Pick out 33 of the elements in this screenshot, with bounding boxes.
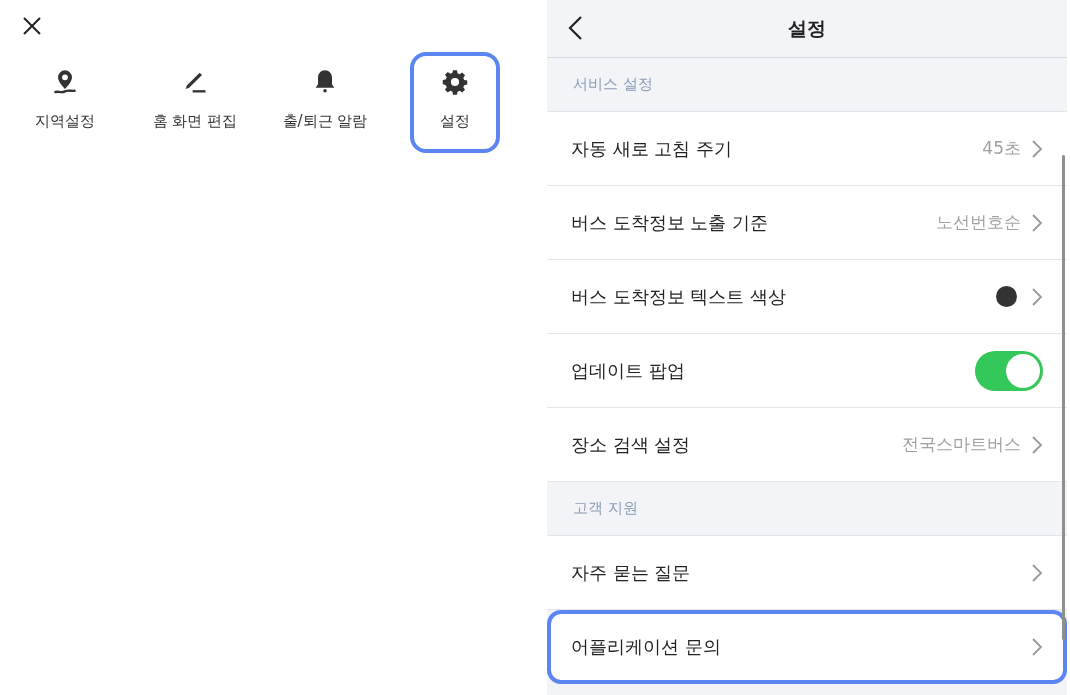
chevron-right-icon xyxy=(1031,636,1043,657)
chevron-right-icon xyxy=(1031,212,1043,233)
section-header: 서비스 설정 xyxy=(573,75,653,94)
settings-row[interactable]: 버스 도착정보 노출 기준 노선번호순 xyxy=(547,186,1067,260)
setting-label: 자동 새로 고침 주기 xyxy=(571,136,734,161)
settings-row[interactable]: 어플리케이션 문의 xyxy=(547,610,1067,684)
chevron-right-icon xyxy=(1031,434,1043,455)
toggle-switch[interactable] xyxy=(975,350,1043,391)
menu-item[interactable]: 설정 xyxy=(410,52,500,153)
settings-row[interactable]: 업데이트 팝업 xyxy=(547,334,1067,408)
setting-value: 45초 xyxy=(982,137,1021,160)
settings-icon xyxy=(441,68,469,96)
setting-label: 업데이트 팝업 xyxy=(571,358,686,383)
page-title: 설정 xyxy=(788,15,826,41)
chevron-right-icon xyxy=(1031,138,1043,159)
setting-value: 전국스마트버스 xyxy=(902,433,1021,456)
chevron-right-icon xyxy=(1031,286,1043,307)
setting-value: 노선번호순 xyxy=(936,211,1021,234)
settings-row[interactable]: 장소 검색 설정 전국스마트버스 xyxy=(547,408,1067,482)
settings-row[interactable]: 자동 새로 고침 주기 45초 xyxy=(547,112,1067,186)
setting-label: 버스 도착정보 노출 기준 xyxy=(571,210,770,235)
menu-item[interactable]: 지역설정 xyxy=(20,52,110,153)
menu-item[interactable]: 홈 화면 편집 xyxy=(142,52,248,153)
setting-label: 버스 도착정보 텍스트 색상 xyxy=(571,284,788,309)
setting-label: 장소 검색 설정 xyxy=(571,432,692,457)
setting-label: 어플리케이션 문의 xyxy=(571,634,722,659)
map-pin-icon xyxy=(51,68,79,96)
menu-item[interactable]: 출/퇴근 알람 xyxy=(272,52,378,153)
section-header: 고객 지원 xyxy=(573,499,638,518)
setting-label: 자주 묻는 질문 xyxy=(571,560,692,585)
chevron-right-icon xyxy=(1031,562,1043,583)
settings-row[interactable]: 버스 도착정보 텍스트 색상 xyxy=(547,260,1067,334)
settings-row[interactable]: 자주 묻는 질문 xyxy=(547,536,1067,610)
